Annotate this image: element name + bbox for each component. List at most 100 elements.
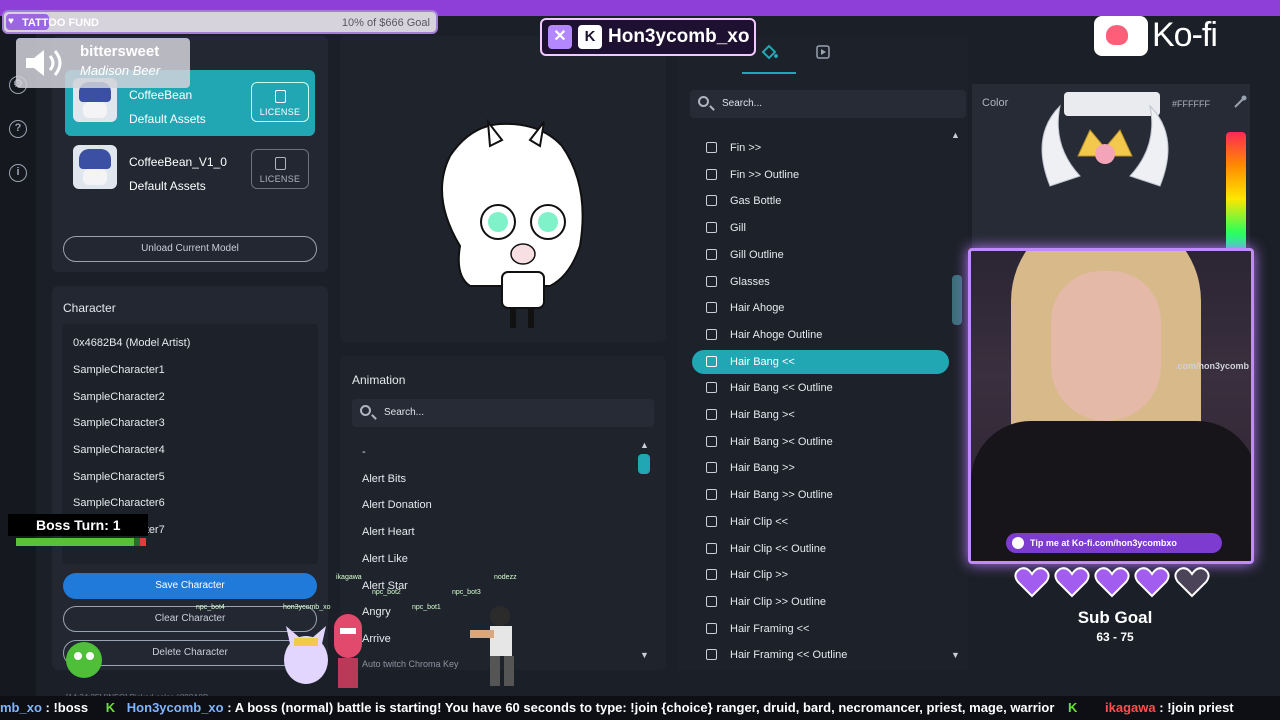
layers-icon[interactable]: [814, 44, 832, 60]
search-icon: [360, 405, 371, 416]
list-item[interactable]: Alert Heart: [362, 526, 415, 538]
sub-goal-title: Sub Goal: [1077, 608, 1153, 627]
list-item[interactable]: Alert Like: [362, 553, 408, 565]
checkbox[interactable]: [706, 409, 717, 420]
kofi-cup-icon: [1094, 16, 1148, 56]
scroll-up-icon[interactable]: ▲: [951, 130, 960, 140]
chat-message: : A boss (normal) battle is starting! Yo…: [227, 700, 1055, 715]
checkbox[interactable]: [706, 516, 717, 527]
list-item-label: Hair Bang >>: [730, 462, 795, 474]
chat-user: Hon3ycomb_xo: [126, 700, 224, 715]
checkbox[interactable]: [706, 195, 717, 206]
list-item[interactable]: Hair Bang >< Outline: [706, 430, 948, 454]
scroll-up-icon[interactable]: ▲: [640, 440, 649, 450]
scroll-down-icon[interactable]: ▼: [640, 650, 649, 660]
list-item[interactable]: Hair Bang <<: [692, 350, 949, 374]
list-item[interactable]: Hair Clip >> Outline: [706, 590, 948, 614]
list-item[interactable]: SampleCharacter1: [73, 364, 165, 376]
list-item[interactable]: -: [362, 446, 366, 458]
help-icon[interactable]: ?: [9, 120, 27, 138]
list-item[interactable]: Fin >> Outline: [706, 163, 948, 187]
list-item[interactable]: Gas Bottle: [706, 189, 948, 213]
checkbox[interactable]: [706, 356, 717, 367]
list-item[interactable]: Hair Bang >> Outline: [706, 483, 948, 507]
fund-title: TATTOO FUND: [22, 17, 99, 29]
list-item-label: Hair Clip >> Outline: [730, 596, 826, 608]
webcam-person-face: [1051, 271, 1161, 421]
info-icon[interactable]: i: [9, 164, 27, 182]
heart-filled-icon: [1014, 567, 1050, 598]
checkbox[interactable]: [706, 382, 717, 393]
list-item-label: Gill Outline: [730, 249, 784, 261]
checkbox[interactable]: [706, 649, 717, 660]
unload-model-button[interactable]: Unload Current Model: [63, 236, 317, 262]
fighter-sprite: [470, 606, 514, 686]
list-item[interactable]: Hair Clip <<: [706, 510, 948, 534]
list-item[interactable]: Hair Framing <<: [706, 617, 948, 641]
checkbox[interactable]: [706, 249, 717, 260]
sprite-label: ikagawa: [336, 574, 362, 581]
model-card-coffeebean-v1[interactable]: CoffeeBean_V1_0 Default Assets LICENSE: [65, 137, 315, 203]
checkbox[interactable]: [706, 142, 717, 153]
list-item[interactable]: Fin >>: [706, 136, 948, 160]
x-logo-icon: ✕: [548, 25, 572, 49]
parts-search-input[interactable]: Search...: [690, 90, 966, 118]
checkbox[interactable]: [706, 489, 717, 500]
parts-scrollbar-thumb[interactable]: [952, 275, 962, 325]
list-item[interactable]: SampleCharacter6: [73, 497, 165, 509]
list-item[interactable]: Hair Clip << Outline: [706, 537, 948, 561]
list-item[interactable]: Hair Bang << Outline: [706, 376, 948, 400]
list-item[interactable]: Hair Ahoge Outline: [706, 323, 948, 347]
list-item[interactable]: Hair Framing << Outline: [706, 643, 948, 667]
checkbox[interactable]: [706, 596, 717, 607]
scroll-down-icon[interactable]: ▼: [951, 650, 960, 660]
list-item[interactable]: SampleCharacter3: [73, 417, 165, 429]
license-button[interactable]: LICENSE: [251, 149, 309, 189]
list-item[interactable]: Hair Bang >>: [706, 456, 948, 480]
tattoo-fund-bar: ♥ TATTOO FUND 10% of $666 Goal: [2, 10, 438, 34]
checkbox[interactable]: [706, 169, 717, 180]
red-knight-sprite: [334, 614, 362, 688]
checkbox[interactable]: [706, 543, 717, 554]
list-item[interactable]: Gill Outline: [706, 243, 948, 267]
checkbox[interactable]: [706, 569, 717, 580]
webcam-feed: .com/hon3ycomb: [968, 248, 1254, 564]
kofi-heart-icon: ♥: [8, 16, 14, 27]
list-item[interactable]: Gill: [706, 216, 948, 240]
sprite-label: npc_bot4: [196, 604, 225, 611]
checkbox[interactable]: [706, 623, 717, 634]
active-tab-indicator: [742, 72, 796, 74]
animation-search-input[interactable]: Search...: [352, 399, 654, 427]
list-item[interactable]: Glasses: [706, 270, 948, 294]
list-item[interactable]: Hair Bang ><: [706, 403, 948, 427]
list-item[interactable]: 0x4682B4 (Model Artist): [73, 337, 190, 349]
list-item[interactable]: SampleCharacter5: [73, 471, 165, 483]
checkbox[interactable]: [706, 302, 717, 313]
model-name: CoffeeBean: [129, 88, 193, 102]
eyedropper-icon[interactable]: [1232, 94, 1248, 110]
save-character-button[interactable]: Save Character: [63, 573, 317, 599]
list-item[interactable]: Alert Donation: [362, 499, 432, 511]
checkbox[interactable]: [706, 462, 717, 473]
list-item-label: Glasses: [730, 276, 770, 288]
list-item[interactable]: Auto twitch Chroma Key: [362, 659, 459, 669]
checkbox[interactable]: [706, 436, 717, 447]
sprite-label: hon3ycomb_xo: [283, 604, 331, 611]
song-title: bittersweet: [80, 43, 160, 60]
chat-ticker: mb_xo : !boss K Hon3ycomb_xo : A boss (n…: [0, 696, 1280, 720]
checkbox[interactable]: [706, 276, 717, 287]
list-item[interactable]: Hair Clip >>: [706, 563, 948, 587]
boss-hp-bar: [16, 538, 146, 546]
list-item[interactable]: SampleCharacter2: [73, 391, 165, 403]
animation-title: Animation: [352, 373, 406, 387]
list-item[interactable]: Hair Ahoge: [706, 296, 948, 320]
list-item[interactable]: SampleCharacter4: [73, 444, 165, 456]
paint-bucket-icon[interactable]: [760, 44, 778, 60]
license-button[interactable]: LICENSE: [251, 82, 309, 122]
checkbox[interactable]: [706, 222, 717, 233]
webcam-watermark: .com/hon3ycomb: [1174, 361, 1249, 371]
checkbox[interactable]: [706, 329, 717, 340]
speaker-icon: [26, 50, 62, 76]
list-item[interactable]: Alert Bits: [362, 473, 406, 485]
animation-scrollbar-thumb[interactable]: [638, 454, 650, 474]
